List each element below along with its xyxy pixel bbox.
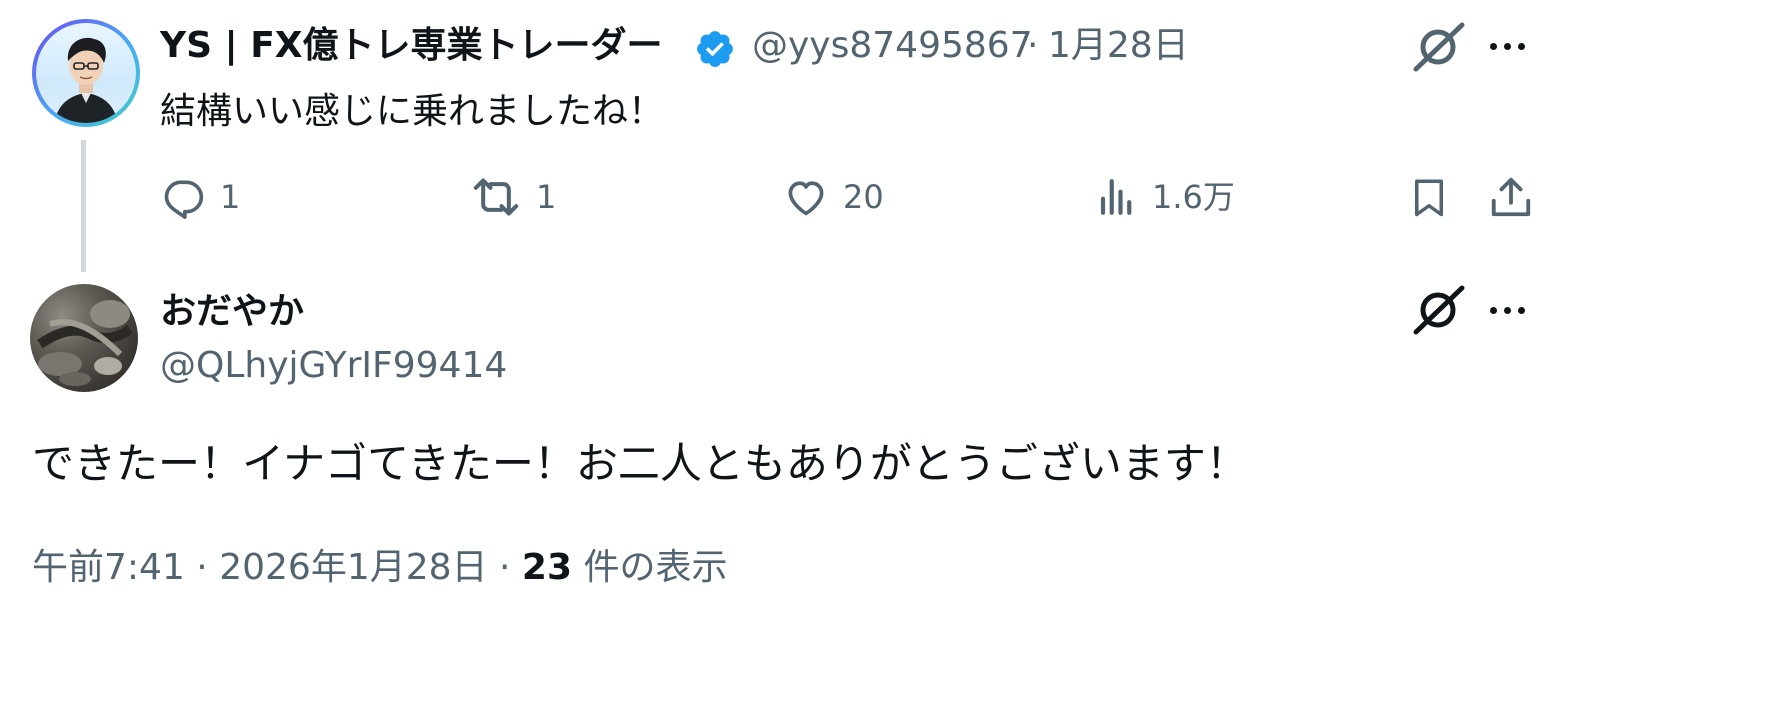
tweet-time[interactable]: 午前7:41 <box>32 547 185 588</box>
reply-count: 1 <box>220 178 241 216</box>
grok-icon[interactable] <box>1412 285 1466 335</box>
reply-icon <box>160 175 206 219</box>
grok-icon[interactable] <box>1412 22 1466 72</box>
tweet-date[interactable]: 2026年1月28日 <box>219 547 487 588</box>
avatar-photo <box>37 300 133 386</box>
view-count: 23 <box>521 547 573 588</box>
tweet-meta: 午前7:41 · 2026年1月28日 · 23 件の表示 <box>32 546 727 590</box>
like-count: 20 <box>843 178 884 216</box>
avatar-illustration <box>54 37 118 123</box>
view-label: 件の表示 <box>583 547 728 588</box>
thread-connector-line <box>81 140 86 272</box>
view-count: 1.6万 <box>1152 178 1235 216</box>
reply-author-handle[interactable]: @yys87495867 <box>752 24 1033 68</box>
verified-badge-icon[interactable] <box>694 28 736 70</box>
main-author-name[interactable]: おだやか <box>160 290 304 334</box>
avatar[interactable] <box>30 284 138 392</box>
main-author-handle[interactable]: @QLhyjGYrIF99414 <box>160 344 507 388</box>
more-options-icon[interactable] <box>1490 43 1525 50</box>
heart-icon <box>783 175 829 219</box>
analytics-icon <box>1096 175 1138 219</box>
meta-separator: · <box>499 547 511 588</box>
meta-separator: · <box>196 547 208 588</box>
retweet-icon <box>470 175 522 219</box>
like-action[interactable]: 20 <box>783 175 884 219</box>
retweet-action[interactable]: 1 <box>470 175 556 219</box>
reply-action[interactable]: 1 <box>160 175 240 219</box>
reply-text: 結構いい感じに乗れましたね！ <box>160 91 665 132</box>
share-icon[interactable] <box>1488 174 1534 220</box>
reply-author-name[interactable]: YS | FX億トレ専業トレーダー <box>160 24 663 68</box>
views-action[interactable]: 1.6万 <box>1096 175 1235 219</box>
retweet-count: 1 <box>536 178 557 216</box>
meta-separator: · <box>1027 25 1039 66</box>
reply-date[interactable]: 1月28日 <box>1048 24 1189 68</box>
avatar[interactable] <box>32 19 140 127</box>
main-tweet-text: できたー！イナゴてきたー！お二人ともありがとうございます！ <box>32 439 1248 488</box>
bookmark-icon[interactable] <box>1408 174 1450 220</box>
more-options-icon[interactable] <box>1490 307 1525 314</box>
